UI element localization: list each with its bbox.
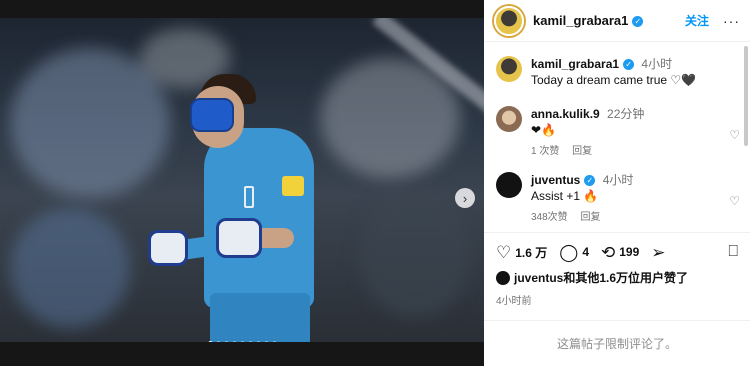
action-bar: ♡ 1.6 万 ◯ 4 ⟲ 199 ➢ ⎕ juventus和其他1.6万位用户… <box>484 232 750 307</box>
comments-scroll-area[interactable]: kamil_grabara1 ✓ 4小时 Today a dream came t… <box>484 42 750 232</box>
caption: kamil_grabara1 ✓ 4小时 Today a dream came t… <box>496 56 736 88</box>
more-options-icon[interactable]: ··· <box>723 13 740 29</box>
glove <box>148 230 188 266</box>
avatar[interactable] <box>496 106 522 132</box>
jersey <box>204 128 314 308</box>
post-photo[interactable]: › <box>0 18 484 342</box>
comment-text: Assist +1 🔥 <box>531 189 599 203</box>
share-icon[interactable]: ➢ <box>651 244 665 261</box>
caption-author[interactable]: kamil_grabara1 <box>531 57 619 71</box>
comment-item: anna.kulik.9 22分钟 ❤🔥 1 次赞 回复 ♡ <box>496 106 740 160</box>
carousel-dot <box>231 341 237 342</box>
carousel-dots <box>0 341 484 342</box>
carousel-dot <box>239 341 245 342</box>
carousel-dot <box>255 341 261 342</box>
comment-likes[interactable]: 1 次赞 <box>531 146 559 157</box>
caption-text: Today a dream came true <box>531 73 668 87</box>
scrollbar[interactable] <box>744 46 748 146</box>
comment-author[interactable]: juventus <box>531 173 580 187</box>
comment-item: juventus ✓ 4小时 Assist +1 🔥 348次赞 回复 ♡ <box>496 172 740 226</box>
caption-emojis: ♡🖤 <box>670 73 697 87</box>
heart-icon[interactable]: ♡ <box>729 194 740 208</box>
goalkeeper-figure <box>140 68 340 342</box>
liked-by-text[interactable]: juventus和其他1.6万位用户赞了 <box>514 269 688 286</box>
like-heart-icon[interactable]: ♡ <box>496 244 511 261</box>
verified-icon: ✓ <box>623 59 635 71</box>
carousel-dot <box>207 341 213 342</box>
heart-icon[interactable]: ♡ <box>729 128 740 142</box>
verified-icon: ✓ <box>632 16 644 28</box>
comment-author[interactable]: anna.kulik.9 <box>531 107 600 121</box>
author-username[interactable]: kamil_grabara1 ✓ <box>533 13 644 28</box>
comment-text: ❤🔥 <box>531 123 556 137</box>
face-mask <box>190 98 234 132</box>
crowd-blur <box>360 188 470 318</box>
crowd-blur <box>10 208 130 328</box>
avatar[interactable] <box>496 172 522 198</box>
carousel-dot <box>247 341 253 342</box>
avatar[interactable] <box>494 5 524 36</box>
follow-button[interactable]: 关注 <box>685 12 709 29</box>
carousel-dot <box>271 341 277 342</box>
carousel-dot <box>263 341 269 342</box>
bookmark-icon[interactable]: ⎕ <box>728 243 738 261</box>
repost-count[interactable]: 199 <box>619 245 639 259</box>
comment-icon[interactable]: ◯ <box>559 244 578 261</box>
comments-limited-notice: 这篇帖子限制评论了。 <box>484 320 750 352</box>
author-username-text[interactable]: kamil_grabara1 <box>533 13 628 28</box>
comment-likes[interactable]: 348次赞 <box>531 212 568 223</box>
repost-icon[interactable]: ⟲ <box>601 244 615 261</box>
comment-count[interactable]: 4 <box>582 245 589 259</box>
liked-by[interactable]: juventus和其他1.6万位用户赞了 <box>496 269 738 286</box>
avatar[interactable] <box>496 56 522 82</box>
verified-icon: ✓ <box>584 175 596 187</box>
comment-time: 4小时 <box>602 173 634 187</box>
post-header: kamil_grabara1 ✓ 关注 ··· <box>484 0 750 42</box>
sleeve-badge <box>282 176 304 196</box>
shorts <box>210 293 310 342</box>
comment-time: 22分钟 <box>607 107 645 121</box>
like-count[interactable]: 1.6 万 <box>515 244 547 261</box>
reply-button[interactable]: 回复 <box>580 212 600 223</box>
chevron-right-icon[interactable]: › <box>455 188 475 208</box>
post-viewer: › kamil_grabara1 ✓ 关注 ··· kamil_grabara1… <box>0 0 750 366</box>
club-crest <box>244 186 254 208</box>
glove <box>216 218 262 258</box>
carousel-dot <box>215 341 221 342</box>
posted-time: 4小时前 <box>496 296 532 307</box>
caption-time: 4小时 <box>641 57 673 71</box>
post-side-panel: kamil_grabara1 ✓ 关注 ··· kamil_grabara1 ✓ 4… <box>484 0 750 366</box>
carousel-dot <box>223 341 229 342</box>
avatar <box>496 270 510 285</box>
reply-button[interactable]: 回复 <box>572 146 592 157</box>
